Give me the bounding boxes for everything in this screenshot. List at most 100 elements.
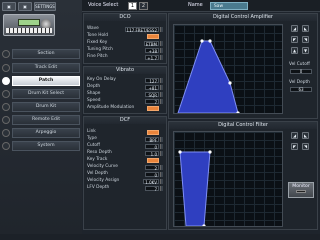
filter-envelope-graph[interactable] (173, 131, 283, 227)
speed-value[interactable]: 7 (145, 98, 159, 105)
sidebar-item-remote-edit[interactable]: Remote Edit (12, 115, 80, 125)
reso-depth-label: Reso Depth (87, 150, 112, 155)
amp-hold-handle[interactable] (208, 39, 212, 43)
header-bar: Voice Select 1 2 Name Saw (82, 0, 320, 12)
depth-value[interactable]: +81 (145, 84, 159, 91)
envelope-preset-icon[interactable]: ◢ (291, 25, 298, 32)
fixed-key-select[interactable]: ETBM (143, 40, 159, 47)
wave-select[interactable]: 117 FRET/ESS2 (124, 26, 159, 33)
voice-1-button[interactable]: 1 (128, 2, 137, 10)
edit-icon[interactable]: ▣ (18, 2, 32, 11)
amp-attack-handle[interactable] (200, 39, 204, 43)
key-on-delay-spinner[interactable] (160, 77, 163, 83)
key-track-row: Key Track (87, 157, 163, 163)
sidebar-item-system[interactable]: System (12, 141, 80, 151)
settings-button[interactable]: SETTINGS (34, 2, 56, 11)
reso-depth-spinner[interactable] (160, 150, 163, 156)
velocity-curve-value[interactable]: 2 (145, 164, 159, 171)
fine-pitch-value[interactable]: +1.7 (145, 54, 159, 61)
fixed-key-spinner[interactable] (160, 40, 163, 46)
nav-dot (2, 64, 10, 72)
monitor-label: Monitor (292, 184, 310, 189)
voice-2-button[interactable]: 2 (139, 2, 148, 10)
type-row: Type BPF (87, 136, 163, 143)
vibrato-title: Vibrato (84, 67, 166, 74)
tuning-pitch-row: Tuning Pitch +38 (87, 47, 163, 54)
key-on-delay-value[interactable]: 127 (145, 77, 159, 84)
envelope-preset-icon[interactable]: ▼ (302, 47, 309, 54)
cutoff-spinner[interactable] (160, 143, 163, 149)
amp-envelope-graph[interactable] (173, 24, 283, 114)
tone-hold-row: Tone Hold (87, 33, 163, 39)
type-select[interactable]: BPF (145, 136, 159, 143)
fine-pitch-row: Fine Pitch +1.7 (87, 54, 163, 61)
shape-select[interactable]: SQR (145, 91, 159, 98)
cutoff-value[interactable]: 0 (145, 143, 159, 150)
wave-spinner[interactable] (160, 26, 163, 32)
vel-depth-spinner[interactable] (160, 171, 163, 177)
filter-preset-icon[interactable]: ◤ (291, 143, 298, 150)
vel-depth-value[interactable]: 63 (290, 87, 312, 92)
filter-envelope-svg (178, 150, 212, 226)
key-track-label: Key Track (87, 157, 108, 162)
amplitude-modulation-label: Amplitude Modulation (87, 105, 135, 110)
envelope-preset-icon[interactable]: ▲ (291, 47, 298, 54)
key-on-delay-label: Key On Delay (87, 77, 116, 82)
key-on-delay-row: Key On Delay 127 (87, 77, 163, 84)
speed-spinner[interactable] (160, 98, 163, 104)
filter-preset-icon[interactable]: ◢ (291, 132, 298, 139)
name-label: Name (188, 2, 203, 8)
nav-dot (2, 90, 10, 98)
sidebar-item-patch[interactable]: Patch (12, 76, 80, 86)
shape-row: Shape SQR (87, 91, 163, 98)
device-image (3, 14, 55, 36)
filter-preset-icon[interactable]: ◣ (302, 132, 309, 139)
vel-cutoff-value[interactable]: 0 (290, 69, 312, 74)
monitor-button[interactable]: Monitor (288, 182, 314, 198)
lfv-depth-value[interactable]: 7 (145, 185, 159, 192)
amplitude-modulation-toggle[interactable] (147, 105, 159, 111)
type-spinner[interactable] (160, 136, 163, 142)
envelope-preset-icon[interactable]: ◥ (302, 36, 309, 43)
voice-name-field[interactable]: Saw (210, 2, 248, 10)
filter-preset-icon[interactable]: ◥ (302, 143, 309, 150)
sidebar-item-drum-kit-select[interactable]: Drum Kit Select (12, 89, 80, 99)
dcf-title: DCF (84, 117, 166, 124)
vel-depth-label: Vel Depth (289, 80, 310, 85)
velocity-assign-spinner[interactable] (160, 178, 163, 184)
vibrato-panel: Vibrato Key On Delay 127 Depth +81 Shape… (83, 66, 167, 114)
dca-panel: Digital Control Amplifier ◢ ◣ ◤ ◥ ▲ ▼ Ve… (168, 13, 318, 119)
vel-depth-value[interactable]: 0 (145, 171, 159, 178)
sidebar: ▣ ▣ SETTINGS Section Track Edit Patch Dr… (0, 0, 82, 234)
filter-peak-handle[interactable] (208, 150, 212, 154)
nav-dot (2, 129, 10, 137)
fine-pitch-spinner[interactable] (160, 54, 163, 60)
lfv-depth-spinner[interactable] (160, 185, 163, 191)
sidebar-item-section[interactable]: Section (12, 49, 80, 59)
tone-hold-toggle[interactable] (147, 33, 159, 39)
link-toggle[interactable] (147, 129, 159, 135)
key-track-toggle[interactable] (147, 157, 159, 163)
velocity-assign-label: Velocity Assign (87, 178, 120, 183)
velocity-curve-spinner[interactable] (160, 164, 163, 170)
envelope-preset-icon[interactable]: ◤ (291, 36, 298, 43)
library-icon[interactable]: ▣ (2, 2, 16, 11)
tuning-pitch-spinner[interactable] (160, 47, 163, 53)
tuning-pitch-value[interactable]: +38 (145, 47, 159, 54)
velocity-assign-select[interactable]: 1.0KV (143, 178, 159, 185)
nav-dot-active (2, 77, 10, 85)
fixed-key-row: Fixed Key ETBM (87, 40, 163, 47)
monitor-led (296, 190, 306, 193)
reso-depth-value[interactable]: 1.0 (145, 150, 159, 157)
shape-spinner[interactable] (160, 91, 163, 97)
velocity-assign-row: Velocity Assign 1.0KV (87, 178, 163, 185)
depth-spinner[interactable] (160, 84, 163, 90)
sidebar-item-drum-kit[interactable]: Drum Kit (12, 102, 80, 112)
amp-decay-handle[interactable] (228, 81, 232, 85)
sidebar-item-arpeggio[interactable]: Arpeggio (12, 128, 80, 138)
cutoff-row: Cutoff 0 (87, 143, 163, 150)
filter-start-handle[interactable] (178, 150, 182, 154)
sidebar-item-track-edit[interactable]: Track Edit (12, 63, 80, 73)
envelope-preset-icon[interactable]: ◣ (302, 25, 309, 32)
nav-dot (2, 142, 10, 150)
